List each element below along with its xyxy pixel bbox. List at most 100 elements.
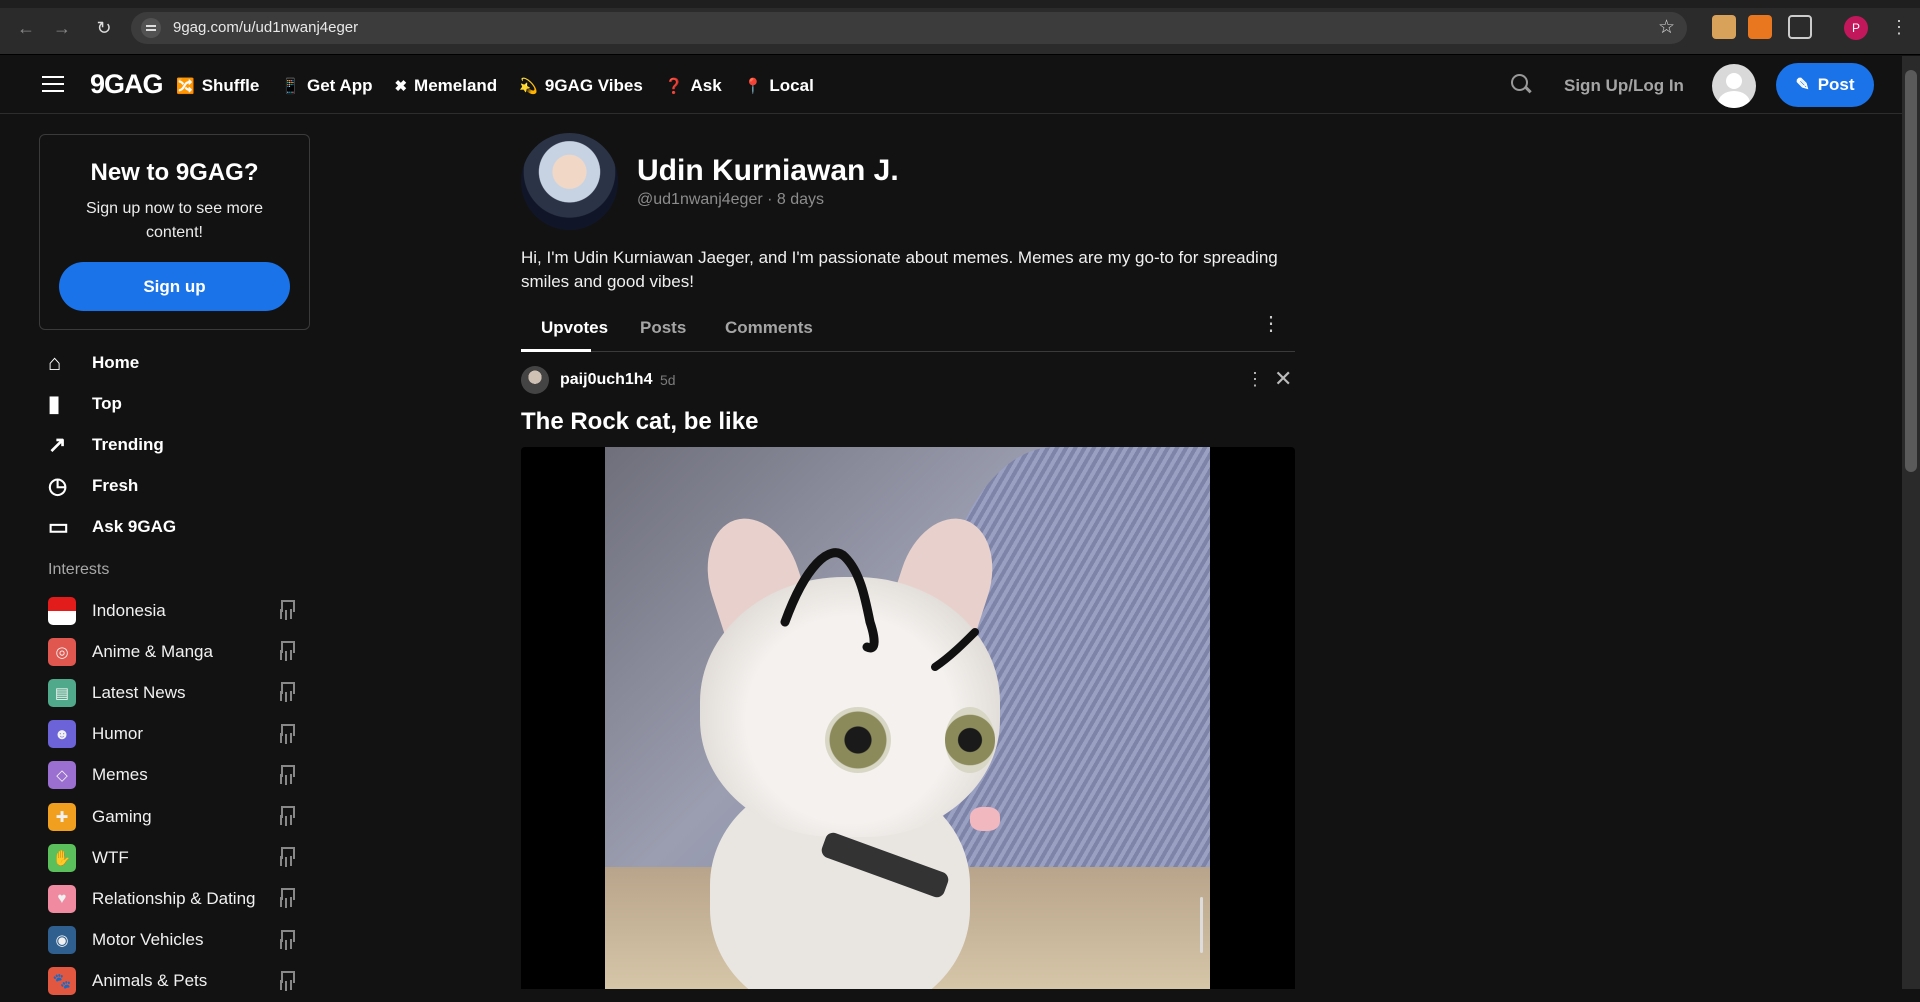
sidebar-item-fresh[interactable]: ◷ Fresh [48,465,176,506]
tab-posts[interactable]: Posts [640,318,686,338]
top-chart-icon: ▮ [48,390,61,416]
interest-label: Animals & Pets [92,971,208,991]
interest-label: WTF [92,847,129,867]
page-scrollbar[interactable] [1902,56,1920,989]
media-scrollbar[interactable] [1200,897,1203,953]
page-scrollbar-thumb[interactable] [1905,70,1917,472]
post-author-avatar[interactable] [521,366,549,394]
pin-icon[interactable] [279,723,295,744]
signup-card-title: New to 9GAG? [90,159,259,186]
interest-indonesia[interactable]: Indonesia [48,590,295,631]
interest-icon: 🐾 [48,967,76,996]
profile-tabs: Upvotes Posts Comments ⋮ [521,308,1295,352]
interest-wtf[interactable]: ✋ WTF [48,837,295,878]
pin-icon[interactable] [279,600,295,620]
browser-menu-icon[interactable]: ⋮ [1890,17,1908,37]
interest-relationship-dating[interactable]: ♥ Relationship & Dating [48,878,295,919]
profile-avatar [521,133,618,230]
interest-label: Latest News [92,682,186,702]
interest-label: Motor Vehicles [92,930,204,950]
shuffle-icon: 🔀 [176,78,195,95]
tab-strip [0,0,1920,8]
nav-ask[interactable]: ❓ Ask [665,76,722,96]
interests-list: Indonesia ◎ Anime & Manga ▤ Latest News ☻ Humo… [48,590,295,1002]
signup-login-link[interactable]: Sign Up/Log In [1564,76,1684,96]
interest-latest-news[interactable]: ▤ Latest News [48,672,295,713]
tab-upvotes[interactable]: Upvotes [541,318,608,338]
forward-icon[interactable]: → [50,16,74,40]
nav-label: Shuffle [201,76,260,95]
profile-handle: @ud1nwanj4eger · 8 days [637,191,825,208]
browser-profile-avatar[interactable]: P [1844,16,1868,40]
nav-9gag-vibes[interactable]: 💫 9GAG Vibes [519,76,643,96]
extension-fox-icon[interactable] [1748,15,1772,39]
search-icon[interactable] [1509,72,1533,96]
close-icon[interactable]: ✕ [1274,366,1292,392]
interest-label: Humor [92,724,144,744]
profile-name: Udin Kurniawan J. [637,154,899,187]
post-more-icon[interactable]: ⋮ [1246,370,1264,388]
site-header: 9GAG 🔀 Shuffle 📱 Get App ✖ Memeland 💫 9GAG Vibe… [0,56,1902,114]
bookmark-star-icon[interactable]: ☆ [1658,16,1675,39]
home-icon: ⌂ [48,349,62,375]
sidebar-item-label: Top [92,393,122,413]
tabs-more-icon[interactable]: ⋮ [1261,314,1281,334]
interest-gaming[interactable]: ✚ Gaming [48,796,295,837]
interest-label: Relationship & Dating [92,888,256,908]
sidebar-item-label: Home [92,352,140,372]
interest-label: Memes [92,765,148,785]
post-author[interactable]: paij0uch1h4 [560,371,652,389]
address-bar[interactable]: 9gag.com/u/ud1nwanj4eger ☆ [131,12,1687,44]
nav-memeland[interactable]: ✖ Memeland [394,76,497,96]
reload-icon[interactable]: ↻ [92,16,116,40]
user-avatar[interactable] [1712,64,1756,108]
memeland-icon: ✖ [394,78,408,95]
interest-icon: ♥ [48,884,76,913]
post-media[interactable] [521,447,1295,989]
clock-icon: ◷ [48,472,68,498]
signup-button[interactable]: Sign up [59,262,290,311]
post-button[interactable]: ✎ Post [1776,63,1874,107]
pin-icon[interactable] [279,888,295,909]
post-title[interactable]: The Rock cat, be like [521,408,758,436]
site-logo[interactable]: 9GAG [90,69,164,100]
trending-icon: ↗ [48,431,67,457]
nav-shuffle[interactable]: 🔀 Shuffle [176,76,259,96]
post-time: 5d [660,372,676,388]
site-settings-icon[interactable] [141,18,161,38]
pin-icon[interactable] [279,929,295,950]
nav-get-app[interactable]: 📱 Get App [281,76,372,96]
hamburger-menu-icon[interactable] [42,76,64,94]
signup-card: New to 9GAG? Sign up now to see more con… [39,134,310,330]
pin-icon[interactable] [279,682,295,703]
interest-humor[interactable]: ☻ Humor [48,714,295,755]
chat-icon: ▭ [48,513,69,539]
extensions-puzzle-icon[interactable] [1788,15,1812,39]
interest-icon: ◉ [48,926,76,955]
top-nav: 🔀 Shuffle 📱 Get App ✖ Memeland 💫 9GAG Vibes ❓ Ask… [176,76,814,96]
browser-toolbar: ← → ↻ 9gag.com/u/ud1nwanj4eger ☆ P ⋮ [0,0,1920,55]
extension-cookie-icon[interactable] [1712,15,1736,39]
sidebar-item-trending[interactable]: ↗ Trending [48,424,176,465]
pin-icon[interactable] [279,805,295,826]
pin-icon[interactable] [279,847,295,868]
sidebar-item-home[interactable]: ⌂ Home [48,342,176,383]
interest-icon: ✋ [48,843,76,872]
pin-icon[interactable] [279,970,295,991]
interest-memes[interactable]: ◇ Memes [48,755,295,796]
nav-local[interactable]: 📍 Local [744,76,814,96]
interest-animals-pets[interactable]: 🐾 Animals & Pets [48,961,295,1002]
sidebar-item-top[interactable]: ▮ Top [48,383,176,424]
interest-icon: ▤ [48,678,76,707]
interest-motor-vehicles[interactable]: ◉ Motor Vehicles [48,920,295,961]
pencil-icon: ✎ [1795,75,1810,94]
sidebar-item-ask-9gag[interactable]: ▭ Ask 9GAG [48,506,176,547]
url-text: 9gag.com/u/ud1nwanj4eger [173,19,359,36]
question-icon: ❓ [664,78,684,95]
nav-label: Memeland [414,76,498,95]
interest-anime-manga[interactable]: ◎ Anime & Manga [48,631,295,672]
pin-icon[interactable] [279,764,295,785]
tab-comments[interactable]: Comments [725,318,813,338]
back-icon[interactable]: ← [14,16,38,40]
pin-icon[interactable] [279,641,295,662]
